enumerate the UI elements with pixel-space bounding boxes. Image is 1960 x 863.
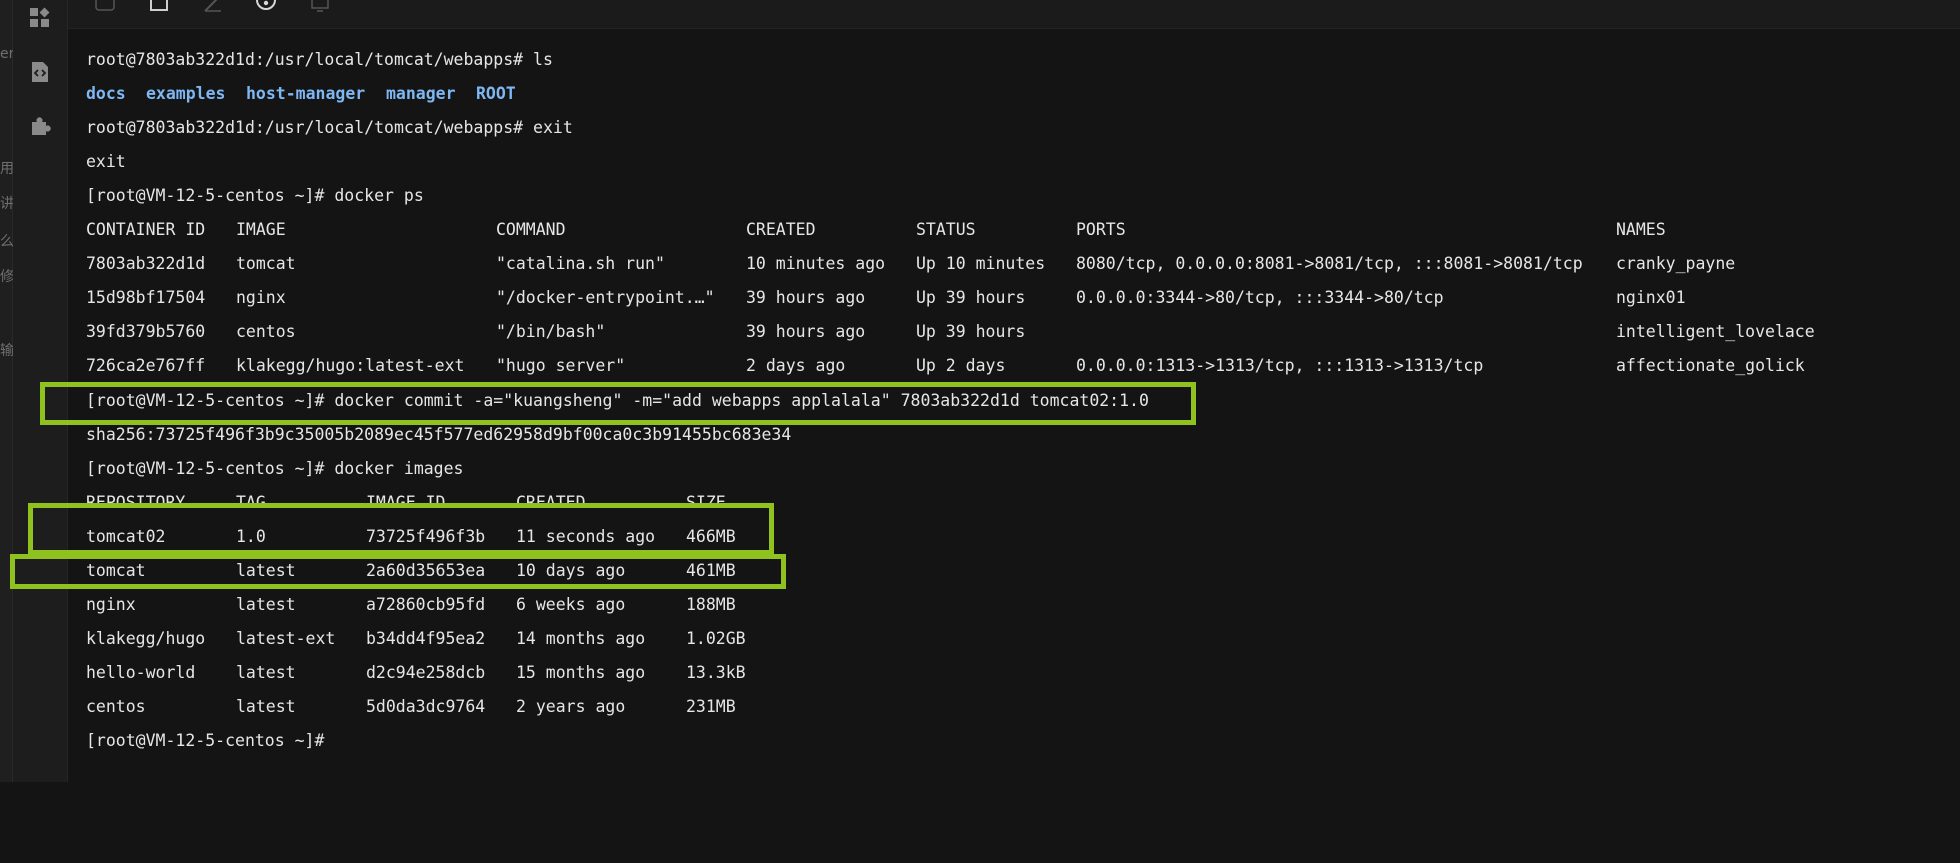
directory-name: host-manager: [246, 84, 366, 103]
clipped-char: 讲: [0, 196, 14, 212]
ps-cell: 15d98bf17504: [86, 288, 206, 307]
ls-output-line: docs examples host-manager manager ROOT: [86, 82, 516, 106]
ps-header-cell: PORTS: [1076, 220, 1126, 239]
directory-name: manager: [386, 84, 456, 103]
ps-cell: 726ca2e767ff: [86, 356, 206, 375]
ps-cell: 0.0.0.0:3344->80/tcp, :::3344->80/tcp: [1076, 288, 1444, 307]
clipped-char: 修: [0, 269, 14, 285]
images-row: centos latest 5d0da3dc9764 2 years ago 2…: [86, 695, 736, 719]
ps-cell: 0.0.0.0:1313->1313/tcp, :::1313->1313/tc…: [1076, 356, 1484, 375]
ps-cell: "hugo server": [496, 356, 626, 375]
images-cell: latest: [236, 697, 296, 716]
images-cell: hello-world: [86, 663, 196, 682]
images-cell: 6 weeks ago: [516, 595, 626, 614]
ps-header-cell: CONTAINER ID: [86, 220, 206, 239]
ps-cell: affectionate_golick: [1616, 356, 1805, 375]
ps-command-line: [root@VM-12-5-centos ~]# docker ps: [86, 186, 424, 205]
ps-row: 15d98bf17504 nginx "/docker-entrypoint.……: [86, 286, 1686, 310]
images-cell: d2c94e258dcb: [366, 663, 486, 682]
directory-name: ROOT: [476, 84, 516, 103]
ps-cell: "/docker-entrypoint.…": [496, 288, 715, 307]
ps-cell: 8080/tcp, 0.0.0.0:8081->8081/tcp, :::808…: [1076, 254, 1583, 273]
ps-cell: "catalina.sh run": [496, 254, 665, 273]
ps-cell: cranky_payne: [1616, 254, 1736, 273]
ps-header-cell: IMAGE: [236, 220, 286, 239]
exit-output-line: exit: [86, 152, 126, 171]
ps-cell: "/bin/bash": [496, 322, 606, 341]
images-row: klakegg/hugo latest-ext b34dd4f95ea2 14 …: [86, 627, 746, 651]
images-cell: 5d0da3dc9764: [366, 697, 486, 716]
images-cell: latest: [236, 595, 296, 614]
ps-cell: 39 hours ago: [746, 288, 866, 307]
puzzle-icon[interactable]: [28, 114, 52, 138]
ps-cell: Up 39 hours: [916, 322, 1026, 341]
clipped-left-panel: er 用 讲 么 修 输: [0, 0, 14, 782]
clipped-char: 输: [0, 343, 14, 359]
ps-cell: intelligent_lovelace: [1616, 322, 1815, 341]
images-cell: nginx: [86, 595, 136, 614]
ps-header-cell: CREATED: [746, 220, 816, 239]
ps-cell: nginx01: [1616, 288, 1686, 307]
images-row: hello-world latest d2c94e258dcb 15 month…: [86, 661, 746, 685]
commit-output-line: sha256:73725f496f3b9c35005b2089ec45f577e…: [86, 425, 792, 444]
ps-header-cell: NAMES: [1616, 220, 1666, 239]
images-cell: latest-ext: [236, 629, 336, 648]
ps-cell: 39fd379b5760: [86, 322, 206, 341]
final-prompt-line: [root@VM-12-5-centos ~]#: [86, 731, 325, 750]
clipped-char: 么: [0, 234, 14, 250]
exit-command-line: root@7803ab322d1d:/usr/local/tomcat/weba…: [86, 118, 573, 137]
images-cell: klakegg/hugo: [86, 629, 206, 648]
ps-cell: klakegg/hugo:latest-ext: [236, 356, 465, 375]
ps-cell: centos: [236, 322, 296, 341]
images-row: nginx latest a72860cb95fd 6 weeks ago 18…: [86, 593, 736, 617]
ls-command-line: root@7803ab322d1d:/usr/local/tomcat/weba…: [86, 50, 553, 69]
ps-cell: tomcat: [236, 254, 296, 273]
images-cell: 15 months ago: [516, 663, 646, 682]
directory-name: docs: [86, 84, 126, 103]
images-cell: b34dd4f95ea2: [366, 629, 486, 648]
ps-cell: Up 39 hours: [916, 288, 1026, 307]
images-cell: centos: [86, 697, 146, 716]
images-cell: a72860cb95fd: [366, 595, 486, 614]
ps-cell: 39 hours ago: [746, 322, 866, 341]
dashboard-icon[interactable]: [28, 6, 52, 30]
images-command-line: [root@VM-12-5-centos ~]# docker images: [86, 459, 464, 478]
images-cell: 1.02GB: [686, 629, 746, 648]
images-cell: 231MB: [686, 697, 736, 716]
ps-cell: 7803ab322d1d: [86, 254, 206, 273]
ps-cell: 10 minutes ago: [746, 254, 886, 273]
images-cell: 13.3kB: [686, 663, 746, 682]
clipped-char: 用: [0, 161, 14, 177]
code-file-icon[interactable]: [28, 60, 52, 84]
ps-header-row: CONTAINER ID IMAGE COMMAND CREATED STATU…: [86, 218, 1666, 242]
images-cell: 188MB: [686, 595, 736, 614]
images-cell: 14 months ago: [516, 629, 646, 648]
ps-cell: nginx: [236, 288, 286, 307]
ps-header-cell: COMMAND: [496, 220, 566, 239]
ps-row: 7803ab322d1d tomcat "catalina.sh run" 10…: [86, 252, 1735, 276]
images-cell: 2 years ago: [516, 697, 626, 716]
tomcat02-highlight-box: [28, 503, 774, 555]
commit-highlight-box: [40, 382, 1196, 425]
ps-header-cell: STATUS: [916, 220, 976, 239]
ps-cell: Up 2 days: [916, 356, 1006, 375]
ps-cell: 2 days ago: [746, 356, 846, 375]
ps-row: 39fd379b5760 centos "/bin/bash" 39 hours…: [86, 320, 1815, 344]
tomcat-highlight-box: [10, 554, 786, 589]
ps-cell: Up 10 minutes: [916, 254, 1046, 273]
images-cell: latest: [236, 663, 296, 682]
directory-name: examples: [146, 84, 226, 103]
ps-row: 726ca2e767ff klakegg/hugo:latest-ext "hu…: [86, 354, 1805, 378]
